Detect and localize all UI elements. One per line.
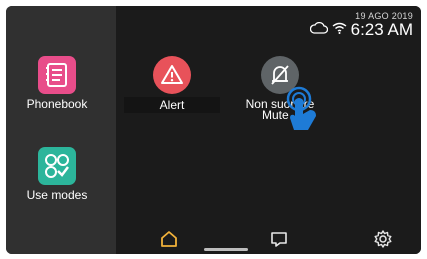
bottom-nav (116, 224, 421, 254)
wifi-icon (332, 21, 347, 39)
alert-tile[interactable]: Alert (124, 56, 220, 113)
phonebook-label: Phonebook (26, 97, 88, 111)
alert-label: Alert (124, 97, 220, 113)
message-icon[interactable] (268, 228, 290, 250)
mute-tooltip: Mute (262, 108, 289, 122)
main-area: 19 AGO 2019 6:23 AM Alert Non suonare Mu… (116, 6, 421, 254)
gear-icon[interactable] (372, 228, 394, 250)
alert-icon (153, 56, 191, 94)
sidebar: Phonebook Use modes (6, 6, 116, 254)
use-modes-icon (38, 147, 76, 185)
use-modes-tile[interactable]: Use modes (14, 147, 100, 202)
tap-gesture-icon (286, 86, 326, 134)
phonebook-icon (38, 56, 76, 94)
home-indicator (204, 248, 248, 251)
device-screen: Phonebook Use modes 19 AGO 2019 6:23 AM … (6, 6, 421, 254)
phonebook-tile[interactable]: Phonebook (14, 56, 100, 111)
home-icon[interactable] (158, 228, 180, 250)
use-modes-label: Use modes (26, 188, 88, 202)
status-bar: 19 AGO 2019 6:23 AM (309, 11, 413, 39)
cloud-icon (309, 21, 328, 39)
status-time: 6:23 AM (350, 20, 413, 39)
